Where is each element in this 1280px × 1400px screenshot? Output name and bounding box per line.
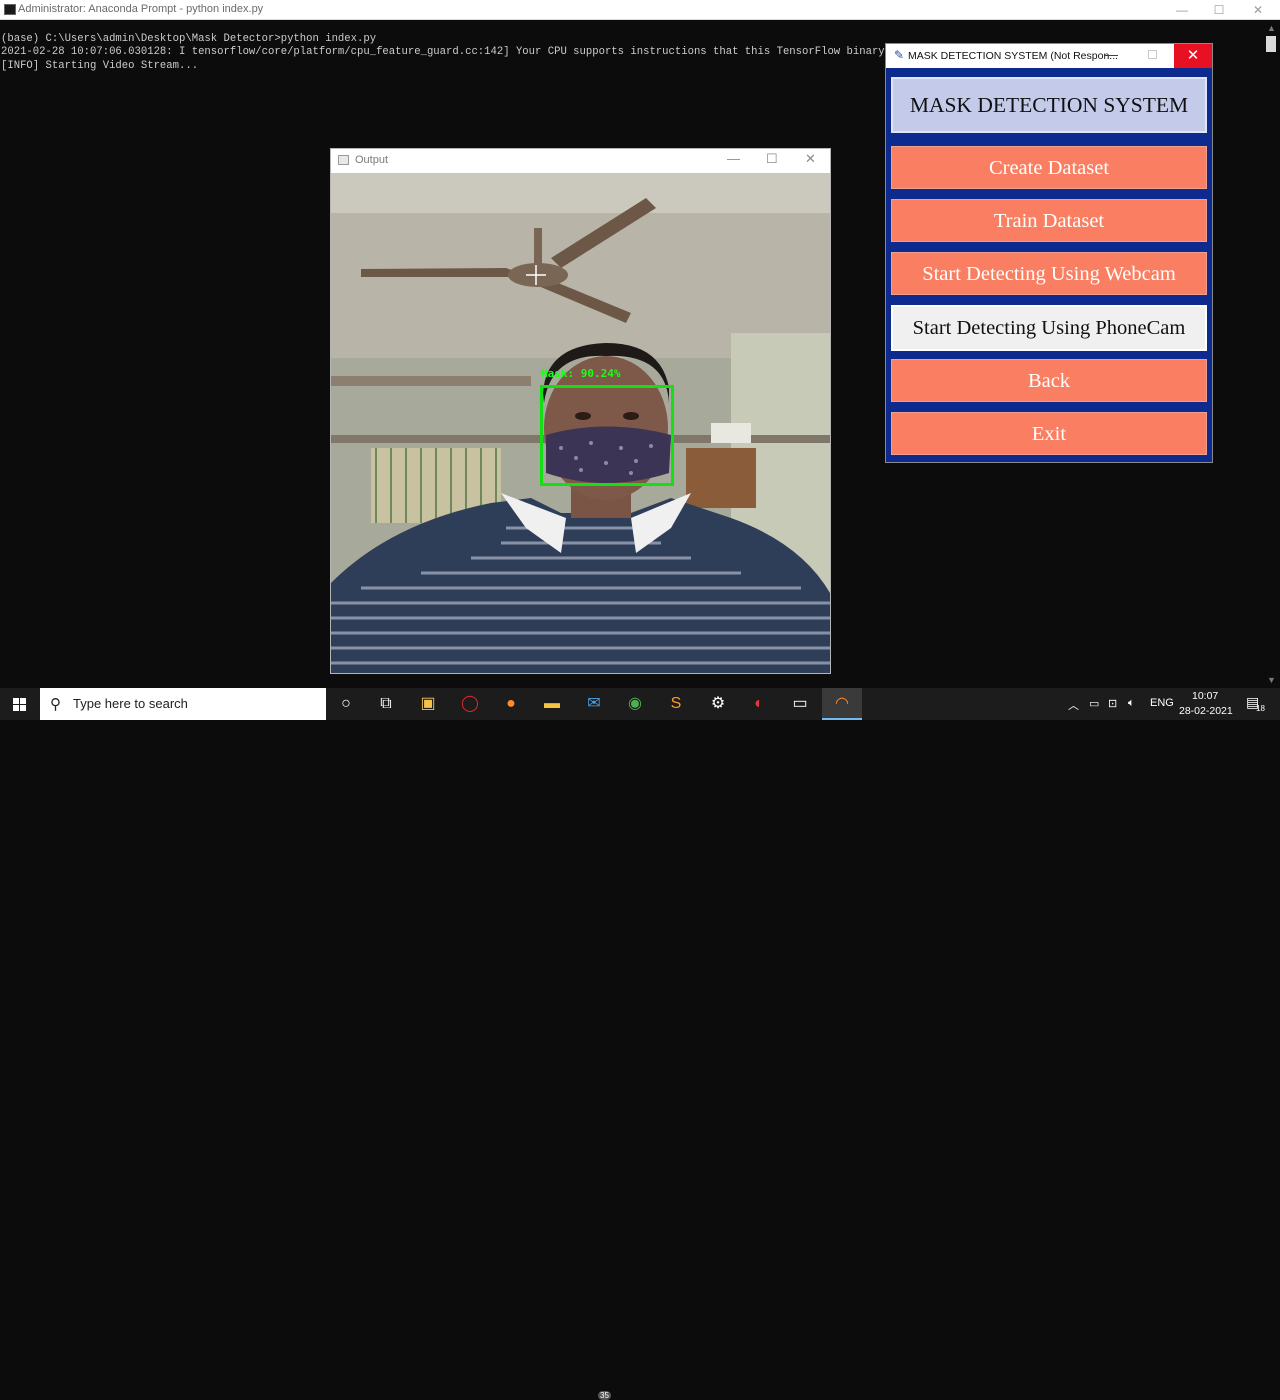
task-view-icon[interactable]: ⧉ <box>366 688 406 720</box>
tray-chevron-icon[interactable]: ︿ <box>1068 697 1079 713</box>
face-bounding-box <box>540 385 674 486</box>
windows-logo-icon <box>13 698 19 704</box>
battery-icon[interactable]: ▭ <box>1089 697 1099 710</box>
windows-logo-pane <box>20 698 26 704</box>
output-minimize-button[interactable]: — <box>727 151 740 166</box>
notification-count: 18 <box>1256 704 1265 713</box>
opera-icon[interactable]: ◯ <box>450 688 490 720</box>
search-icon: ⚲ <box>50 696 61 713</box>
start-button[interactable] <box>0 688 40 720</box>
output-titlebar[interactable]: Output — ☐ ✕ <box>331 149 830 173</box>
app-titlebar[interactable]: ✎ MASK DETECTION SYSTEM (Not Respon... —… <box>886 44 1212 68</box>
app-maximize-button[interactable] <box>1148 50 1157 59</box>
scroll-thumb[interactable] <box>1266 36 1276 52</box>
console-line: (base) C:\Users\admin\Desktop\Mask Detec… <box>1 33 377 45</box>
detection-label: Mask: 90.24% <box>541 367 621 380</box>
app-header-label: MASK DETECTION SYSTEM <box>891 77 1207 133</box>
create-dataset-button[interactable]: Create Dataset <box>891 146 1207 189</box>
cortana-icon[interactable]: ○ <box>326 688 366 720</box>
output-title: Output <box>355 154 389 166</box>
mail-icon[interactable]: ✉ <box>574 688 614 720</box>
console-title: Administrator: Anaconda Prompt - python … <box>18 3 264 15</box>
console-minimize-button[interactable]: — <box>1162 0 1202 20</box>
windows-logo-pane <box>13 705 19 711</box>
windows-logo-pane <box>20 705 26 711</box>
clock-time[interactable]: 10:07 <box>1192 690 1218 702</box>
chrome-icon[interactable]: ◉ <box>615 688 655 720</box>
volume-icon[interactable]: 🔈︎ <box>1128 697 1135 710</box>
output-maximize-button[interactable]: ☐ <box>766 151 778 167</box>
exit-button[interactable]: Exit <box>891 412 1207 455</box>
console-app-icon <box>4 4 16 15</box>
webcam-detect-button[interactable]: Start Detecting Using Webcam <box>891 252 1207 295</box>
language-indicator[interactable]: ENG <box>1150 697 1174 709</box>
console-maximize-button[interactable]: ☐ <box>1199 0 1239 20</box>
console-line: 2021-02-28 10:07:06.030128: I tensorflow… <box>1 46 936 59</box>
record-app-icon[interactable]: ◐ <box>739 688 779 720</box>
feather-icon: ✎ <box>894 48 905 62</box>
app-minimize-button[interactable]: — <box>1104 46 1118 62</box>
console-scrollbar[interactable]: ▲ ▼ <box>1263 20 1280 688</box>
phonecam-detect-button[interactable]: Start Detecting Using PhoneCam <box>891 305 1207 351</box>
app-close-button[interactable]: ✕ <box>1174 44 1212 68</box>
camera-feed: Mask: 90.24% <box>331 173 830 673</box>
console-titlebar[interactable]: Administrator: Anaconda Prompt - python … <box>0 0 1280 20</box>
taskbar-search-box[interactable]: ⚲ Type here to search <box>40 688 326 720</box>
firefox-icon[interactable]: ● <box>491 688 531 720</box>
terminal-icon[interactable]: ▭ <box>780 688 820 720</box>
network-icon[interactable]: ⊡ <box>1108 697 1117 710</box>
sublime-text-icon[interactable]: S <box>656 688 696 720</box>
back-button[interactable]: Back <box>891 359 1207 402</box>
taskbar: ⚲ Type here to search ○ ⧉ ▣ ◯ ● ▬ ✉ ◉ S … <box>0 688 1280 1400</box>
app-title: MASK DETECTION SYSTEM (Not Respon... <box>908 50 1119 62</box>
console-line: [INFO] Starting Video Stream... <box>1 59 199 72</box>
output-close-button[interactable]: ✕ <box>805 151 816 167</box>
output-window[interactable]: Output — ☐ ✕ Mask: 90.24% <box>330 148 831 674</box>
anaconda-icon[interactable]: ◠ <box>822 688 862 720</box>
train-dataset-button[interactable]: Train Dataset <box>891 199 1207 242</box>
mail-badge: 35 <box>598 1391 611 1400</box>
clock-date[interactable]: 28-02-2021 <box>1179 705 1233 717</box>
output-window-icon <box>338 155 349 165</box>
scroll-up-icon[interactable]: ▲ <box>1267 23 1276 33</box>
settings-gear-icon[interactable]: ⚙ <box>698 688 738 720</box>
mask-detection-window[interactable]: ✎ MASK DETECTION SYSTEM (Not Respon... —… <box>885 43 1213 463</box>
file-explorer-icon[interactable]: ▬ <box>532 688 572 720</box>
search-placeholder: Type here to search <box>73 696 188 711</box>
console-output: (base) C:\Users\admin\Desktop\Mask Detec… <box>1 33 936 73</box>
store-icon[interactable]: ▣ <box>408 688 448 720</box>
scroll-down-icon[interactable]: ▼ <box>1267 675 1276 685</box>
console-close-button[interactable]: ✕ <box>1238 0 1278 20</box>
